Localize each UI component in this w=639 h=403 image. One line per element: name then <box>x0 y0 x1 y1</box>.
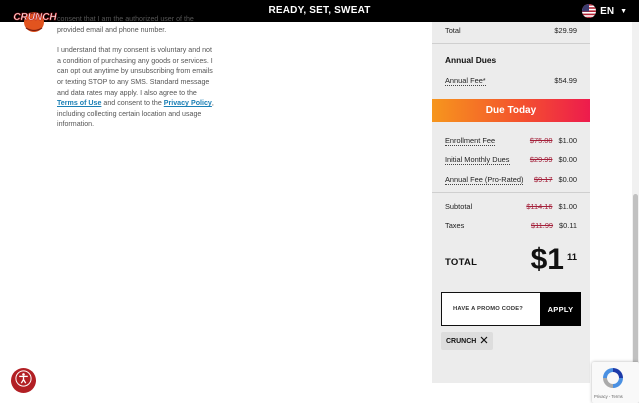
consent-paragraph-1: consent that I am the authorized user of… <box>57 15 194 34</box>
accessibility-button[interactable] <box>11 368 36 393</box>
applied-promo-code: CRUNCH <box>446 337 477 345</box>
annual-fee-label[interactable]: Annual Fee* <box>445 76 486 86</box>
subtotal-row: Subtotal $114.16 $1.00 <box>445 202 577 211</box>
grand-total-label: TOTAL <box>445 257 478 268</box>
consent-text-part: I understand that my consent is voluntar… <box>57 46 213 97</box>
subtotal-old-price: $114.16 <box>526 202 553 211</box>
order-summary-panel: Total $29.99 Annual Dues Annual Fee* $54… <box>432 22 590 383</box>
annual-prorated-old-price: $9.17 <box>534 175 553 184</box>
consent-text-part: and consent to the <box>101 99 164 108</box>
promo-code-form: HAVE A PROMO CODE? APPLY <box>441 292 581 326</box>
recaptcha-icon <box>600 365 626 391</box>
total-label: Total <box>445 26 461 35</box>
annual-prorated-new-price: $0.00 <box>558 175 578 184</box>
close-icon[interactable] <box>480 336 488 346</box>
crunch-logo[interactable]: CRUNCH <box>12 6 58 34</box>
accessibility-icon <box>15 369 32 392</box>
divider <box>432 192 590 193</box>
language-selector[interactable]: EN ▼ <box>582 4 627 18</box>
annual-prorated-row: Annual Fee (Pro-Rated) $9.17 $0.00 <box>445 175 577 185</box>
enrollment-fee-row: Enrollment Fee $75.00 $1.00 <box>445 136 577 146</box>
terms-of-use-link[interactable]: Terms of Use <box>57 99 101 107</box>
enrollment-fee-label[interactable]: Enrollment Fee <box>445 136 496 146</box>
divider <box>432 43 590 44</box>
recaptcha-terms[interactable]: Privacy - Terms <box>594 394 623 399</box>
due-today-header: Due Today <box>432 99 590 122</box>
taxes-row: Taxes $11.99 $0.11 <box>445 221 577 230</box>
annual-dues-title: Annual Dues <box>445 55 497 65</box>
grand-total-cents: 11 <box>566 252 577 263</box>
enrollment-old-price: $75.00 <box>529 136 553 145</box>
consent-paragraph-2: I understand that my consent is voluntar… <box>57 45 217 130</box>
promo-code-input[interactable]: HAVE A PROMO CODE? <box>441 292 540 326</box>
taxes-label: Taxes <box>445 221 465 230</box>
enrollment-new-price: $1.00 <box>558 136 578 145</box>
svg-text:CRUNCH: CRUNCH <box>13 12 57 23</box>
us-flag-icon <box>582 4 597 18</box>
monthly-dues-row: Initial Monthly Dues $29.99 $0.00 <box>445 155 577 165</box>
taxes-old-price: $11.99 <box>530 221 554 230</box>
monthly-old-price: $29.99 <box>529 155 553 164</box>
grand-total-dollars: $1 <box>530 243 564 276</box>
subtotal-new-price: $1.00 <box>558 202 578 211</box>
privacy-policy-link[interactable]: Privacy Policy <box>164 99 212 107</box>
recaptcha-badge[interactable]: Privacy - Terms <box>592 362 639 403</box>
annual-prorated-label[interactable]: Annual Fee (Pro-Rated) <box>445 175 524 185</box>
total-value: $29.99 <box>554 26 577 35</box>
taxes-new-price: $0.11 <box>559 221 577 230</box>
applied-promo-chip[interactable]: CRUNCH <box>441 332 494 350</box>
subtotal-label: Subtotal <box>445 202 473 211</box>
monthly-new-price: $0.00 <box>558 155 578 164</box>
grand-total-amount: $1 11 <box>531 244 577 276</box>
apply-button[interactable]: APPLY <box>540 292 581 326</box>
consent-text: consent that I am the authorized user of… <box>57 14 217 140</box>
monthly-dues-label[interactable]: Initial Monthly Dues <box>445 155 510 165</box>
annual-fee-row: Annual Fee* $54.99 <box>445 76 577 86</box>
chevron-down-icon: ▼ <box>620 7 627 15</box>
language-label: EN <box>600 5 615 17</box>
monthly-total-row: Total $29.99 <box>445 26 577 35</box>
page-scrollbar[interactable] <box>632 22 639 403</box>
annual-fee-value: $54.99 <box>554 76 577 85</box>
